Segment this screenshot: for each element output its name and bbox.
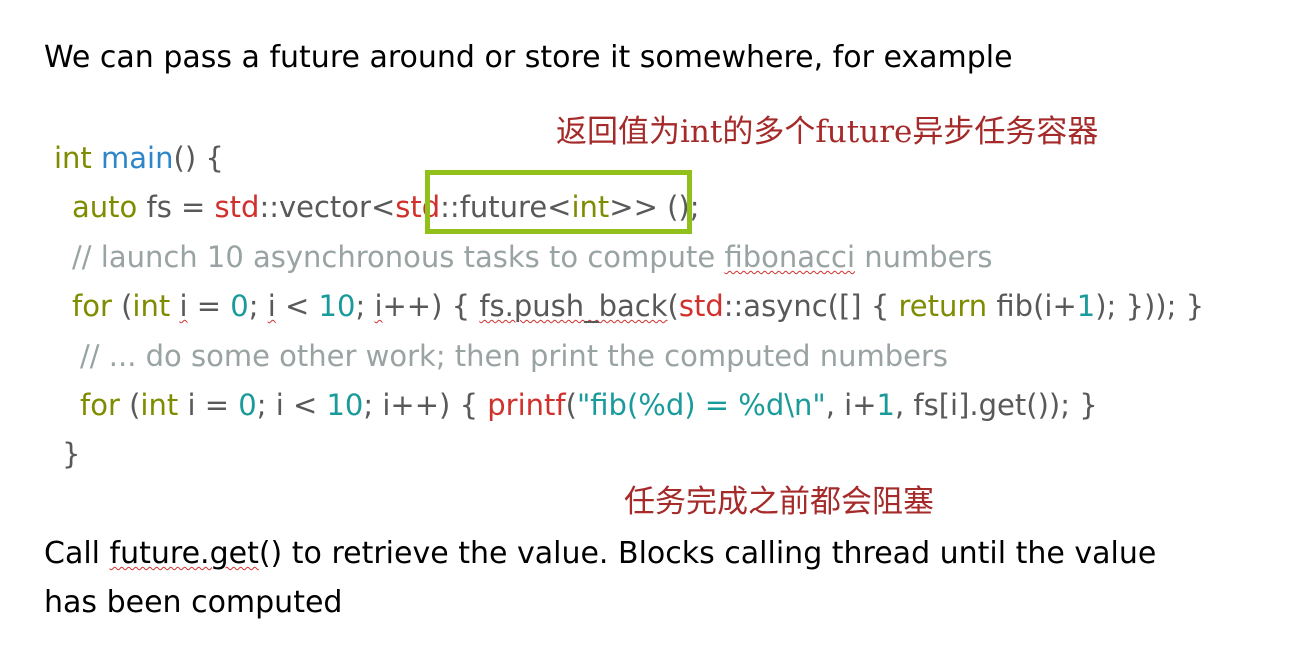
code-line-1: int main() { (54, 140, 224, 176)
code-var: i (374, 289, 383, 323)
highlight-box (425, 170, 692, 234)
code-text: < (275, 289, 319, 323)
code-text: ; i < (256, 388, 327, 422)
code-line-4: for (int i = 0; i < 10; i++) { fs.push_b… (72, 288, 1204, 324)
code-text: () { (173, 141, 224, 175)
code-text: ; i++) { (363, 388, 488, 422)
code-text: fs = (137, 190, 215, 224)
code-text: , fs[i].get()); } (894, 388, 1098, 422)
code-std: std (678, 289, 724, 323)
code-keyword-int: int (54, 141, 92, 175)
code-text: ; (355, 289, 375, 323)
outro-text: Call (44, 536, 110, 571)
intro-text: We can pass a future around or store it … (44, 40, 1013, 75)
code-text: i = (178, 388, 239, 422)
code-string: "fib(%d) = %d\n" (576, 388, 826, 422)
code-keyword-auto: auto (72, 190, 138, 224)
outro-future-get: future.get (109, 536, 259, 571)
code-text: ( (667, 289, 679, 323)
code-number: 10 (318, 289, 356, 323)
code-text: ); })); } (1095, 289, 1205, 323)
code-keyword-for: for (72, 289, 112, 323)
code-text: ( (565, 388, 577, 422)
outro-text: () to retrieve the value. Blocks calling… (258, 536, 1157, 571)
code-comment-underlined: fibonacci (724, 240, 855, 274)
slide: We can pass a future around or store it … (0, 0, 1316, 648)
code-text: ::async([] { (723, 289, 899, 323)
code-number: 10 (326, 388, 364, 422)
code-text: ( (111, 289, 133, 323)
code-line-7: } (62, 437, 81, 471)
code-keyword-return: return (898, 289, 988, 323)
code-line-5-comment: // ... do some other work; then print th… (80, 339, 949, 373)
code-function-main: main (101, 141, 174, 175)
code-number: 0 (238, 388, 257, 422)
code-text: ::vector< (259, 190, 396, 224)
code-number: 1 (1076, 289, 1096, 323)
code-var: i (179, 289, 188, 323)
code-function-printf: printf (487, 388, 566, 422)
annotation-bottom: 任务完成之前都会阻塞 (624, 484, 934, 520)
code-keyword-int: int (132, 289, 171, 323)
outro-text-line-1: Call future.get() to retrieve the value.… (44, 536, 1156, 572)
outro-text-line-2: has been computed (44, 585, 343, 620)
code-line-3-comment: // launch 10 asynchronous tasks to compu… (72, 239, 993, 275)
code-comment: // launch 10 asynchronous tasks to compu… (72, 240, 725, 274)
code-text: = (187, 289, 231, 323)
code-push-back: fs.push_back (479, 289, 668, 323)
code-std: std (214, 190, 260, 224)
code-line-6: for (int i = 0; i < 10; i++) { printf("f… (80, 387, 1098, 423)
code-text: ( (119, 388, 141, 422)
code-number: 1 (876, 388, 895, 422)
code-keyword-for: for (80, 388, 120, 422)
code-number: 0 (230, 289, 249, 323)
annotation-top: 返回值为int的多个future异步任务容器 (556, 114, 1099, 150)
code-var: i (267, 289, 276, 323)
code-text: ; (248, 289, 268, 323)
code-text: fib(i+ (987, 289, 1077, 323)
code-text: , i+ (825, 388, 877, 422)
code-comment: numbers (855, 240, 993, 274)
code-text: ++) { (382, 289, 480, 323)
code-keyword-int: int (140, 388, 179, 422)
